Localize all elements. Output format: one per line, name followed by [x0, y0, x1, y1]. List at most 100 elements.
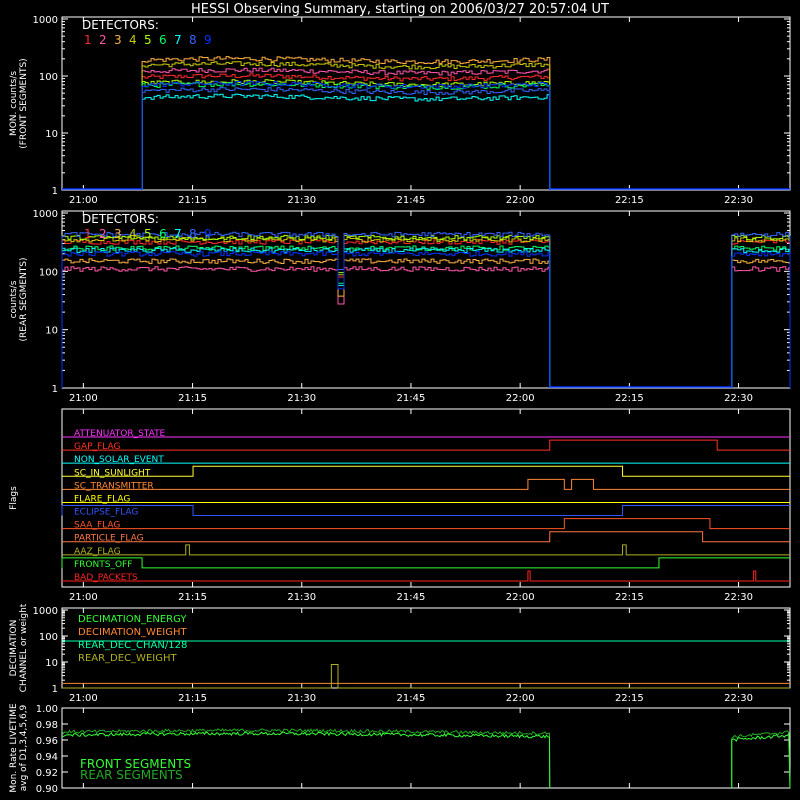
front-legend-entry: 8 — [189, 33, 197, 47]
rear-legend-entry: 3 — [114, 227, 122, 241]
rear-ylabel: (REAR SEGMENTS) — [19, 257, 29, 341]
rear-legend-entry: 8 — [189, 227, 197, 241]
front-ylabel: MON. counts/s — [9, 71, 19, 136]
x-tick-label: 21:00 — [69, 592, 98, 603]
rear-legend-entry: 9 — [204, 227, 212, 241]
flag-label: ECLIPSE_FLAG — [74, 508, 138, 518]
livetime-y-tick-label: 0.90 — [36, 784, 58, 795]
flag-trace — [62, 544, 790, 556]
x-tick-label: 21:30 — [287, 393, 316, 404]
x-tick-label: 21:30 — [287, 592, 316, 603]
livetime-y-tick-label: 0.94 — [36, 752, 58, 763]
livetime-legend-entry: REAR SEGMENTS — [80, 768, 183, 782]
flags-ylabel: Flags — [9, 486, 19, 510]
livetime-series — [731, 730, 791, 789]
x-tick-label: 21:15 — [178, 195, 207, 206]
front-series-det-5 — [141, 79, 551, 190]
rear-legend-title: DETECTORS: — [82, 212, 159, 226]
decimation-legend-entry: REAR_DEC_WEIGHT — [78, 653, 177, 664]
decimation-ylabel: DECIMATION — [9, 620, 19, 677]
flags-panel-frame — [61, 408, 791, 588]
x-tick-label: 22:30 — [724, 393, 753, 404]
livetime-ylabel: Mon. Rate LIVETIME — [9, 703, 19, 793]
livetime-y-tick-label: 0.98 — [36, 720, 58, 731]
x-tick-label: 21:45 — [397, 693, 426, 704]
x-tick-label: 21:00 — [69, 393, 98, 404]
livetime-y-tick-label: 0.92 — [36, 768, 58, 779]
rear-ylabel: counts/s — [9, 280, 19, 318]
x-tick-label: 21:30 — [287, 693, 316, 704]
rear-legend-entry: 7 — [174, 227, 182, 241]
decimation-legend-entry: DECIMATION_ENERGY — [78, 614, 187, 625]
rear-series-det-5 — [61, 234, 551, 388]
rear-legend-entry: 1 — [84, 227, 92, 241]
x-tick-label: 22:00 — [506, 393, 535, 404]
rear-series-det-4 — [731, 236, 791, 388]
x-tick-label: 22:30 — [724, 195, 753, 206]
rear-series-det-3 — [731, 258, 791, 388]
front-legend-entry: 2 — [99, 33, 107, 47]
x-tick-label: 22:30 — [724, 592, 753, 603]
flag-trace — [61, 557, 790, 569]
y-tick-label: 1000 — [33, 15, 58, 26]
rear-series-det-1 — [61, 239, 551, 388]
decimation-legend-entry: REAR_DEC_CHAN/128 — [78, 640, 187, 651]
y-tick-label: 1 — [52, 384, 58, 395]
y-tick-label: 100 — [39, 72, 58, 83]
flag-trace — [62, 570, 790, 582]
x-tick-label: 22:15 — [615, 393, 644, 404]
flag-label: FRONTS_OFF — [74, 560, 132, 570]
livetime-series — [731, 732, 791, 789]
front-legend-entry: 4 — [129, 33, 137, 47]
rear-series-det-9 — [61, 251, 551, 388]
rear-legend-entry: 6 — [159, 227, 167, 241]
x-tick-label: 22:00 — [506, 195, 535, 206]
x-tick-label: 21:45 — [397, 393, 426, 404]
figure-title: HESSI Observing Summary, starting on 200… — [191, 2, 609, 17]
front-panel-frame — [61, 16, 791, 191]
x-tick-label: 21:45 — [397, 592, 426, 603]
y-tick-label: 10 — [45, 658, 58, 669]
front-series-det-8 — [141, 87, 551, 190]
front-legend-entry: 1 — [84, 33, 92, 47]
rear-series-det-9 — [731, 252, 791, 388]
rear-series-det-2 — [731, 266, 791, 388]
x-tick-label: 22:00 — [506, 693, 535, 704]
livetime-y-tick-label: 1.00 — [36, 704, 58, 715]
rear-legend-entry: 2 — [99, 227, 107, 241]
rear-legend-entry: 4 — [129, 227, 137, 241]
rear-series-det-7 — [731, 247, 791, 388]
front-legend-title: DETECTORS: — [82, 18, 159, 32]
x-tick-label: 21:45 — [397, 195, 426, 206]
y-tick-label: 1 — [52, 684, 58, 695]
front-legend-entry: 9 — [204, 33, 212, 47]
x-tick-label: 22:00 — [506, 592, 535, 603]
decimation-legend-entry: DECIMATION_WEIGHT — [78, 627, 187, 638]
front-legend-entry: 7 — [174, 33, 182, 47]
rear-series-det-8 — [61, 231, 551, 388]
x-tick-label: 21:00 — [69, 195, 98, 206]
flag-trace — [61, 505, 790, 517]
decimation-series — [62, 664, 790, 689]
y-tick-label: 10 — [45, 326, 58, 337]
rear-series-det-7 — [61, 247, 551, 388]
front-legend-entry: 3 — [114, 33, 122, 47]
rear-legend-entry: 5 — [144, 227, 152, 241]
flag-trace — [62, 518, 790, 530]
rear-series-det-5 — [731, 234, 791, 388]
flag-trace — [62, 531, 790, 543]
front-ylabel: (FRONT SEGMENTS) — [19, 58, 29, 148]
x-tick-label: 21:15 — [178, 393, 207, 404]
flag-trace — [62, 439, 790, 451]
x-tick-label: 21:15 — [178, 693, 207, 704]
x-tick-label: 21:00 — [69, 693, 98, 704]
y-tick-label: 100 — [39, 632, 58, 643]
y-tick-label: 1000 — [33, 606, 58, 617]
rear-series-det-3 — [61, 258, 551, 388]
livetime-y-tick-label: 0.96 — [36, 736, 58, 747]
front-legend-entry: 5 — [144, 33, 152, 47]
hessi-summary-figure: HESSI Observing Summary, starting on 200… — [9, 2, 791, 795]
livetime-ylabel: avg of D1,3,4,5,6,9 — [19, 704, 29, 791]
x-tick-label: 21:30 — [287, 195, 316, 206]
x-tick-label: 22:30 — [724, 693, 753, 704]
